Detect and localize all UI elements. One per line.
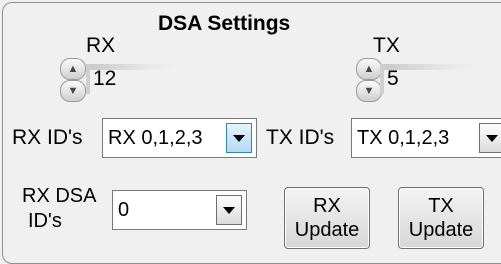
rx-dsa-ids-label-line1: RX DSA bbox=[22, 185, 97, 207]
tx-value: 5 bbox=[387, 67, 399, 90]
rx-label: RX bbox=[86, 34, 116, 57]
rx-dsa-ids-select[interactable]: 0 bbox=[112, 190, 247, 230]
rx-dsa-ids-label: RX DSA ID's bbox=[22, 184, 96, 234]
chevron-down-icon[interactable] bbox=[226, 123, 252, 153]
tx-ids-label: TX ID's bbox=[266, 126, 335, 149]
increment-arrow-icon[interactable]: ▲ bbox=[60, 58, 86, 80]
increment-arrow-icon[interactable]: ▲ bbox=[356, 58, 382, 80]
rx-update-button[interactable]: RX Update bbox=[284, 187, 370, 249]
tx-ids-selected: TX 0,1,2,3 bbox=[357, 127, 450, 149]
rx-dsa-ids-selected: 0 bbox=[118, 199, 130, 221]
rx-value-field[interactable]: 12 bbox=[86, 64, 176, 94]
rx-dsa-ids-label-line2: ID's bbox=[28, 210, 62, 232]
rx-ids-label: RX ID's bbox=[12, 126, 83, 149]
rx-ids-select[interactable]: RX 0,1,2,3 bbox=[102, 118, 257, 158]
tx-ids-select[interactable]: TX 0,1,2,3 bbox=[351, 118, 501, 158]
tx-label: TX bbox=[373, 34, 400, 57]
tx-value-field[interactable]: 5 bbox=[380, 64, 475, 94]
rx-ids-selected: RX 0,1,2,3 bbox=[108, 127, 203, 149]
panel-title: DSA Settings bbox=[158, 12, 291, 35]
rx-value: 12 bbox=[93, 67, 117, 90]
decrement-arrow-icon[interactable]: ▼ bbox=[60, 80, 86, 102]
chevron-down-icon[interactable] bbox=[479, 123, 501, 153]
rx-update-line2: Update bbox=[294, 219, 360, 241]
rx-update-line1: RX bbox=[313, 195, 341, 217]
rx-spinner[interactable]: ▲ ▼ bbox=[60, 58, 86, 102]
tx-update-line2: Update bbox=[408, 219, 474, 241]
tx-spinner[interactable]: ▲ ▼ bbox=[356, 58, 382, 102]
tx-update-button[interactable]: TX Update bbox=[398, 187, 484, 249]
tx-update-line1: TX bbox=[428, 195, 454, 217]
chevron-down-icon[interactable] bbox=[216, 195, 242, 225]
decrement-arrow-icon[interactable]: ▼ bbox=[356, 80, 382, 102]
